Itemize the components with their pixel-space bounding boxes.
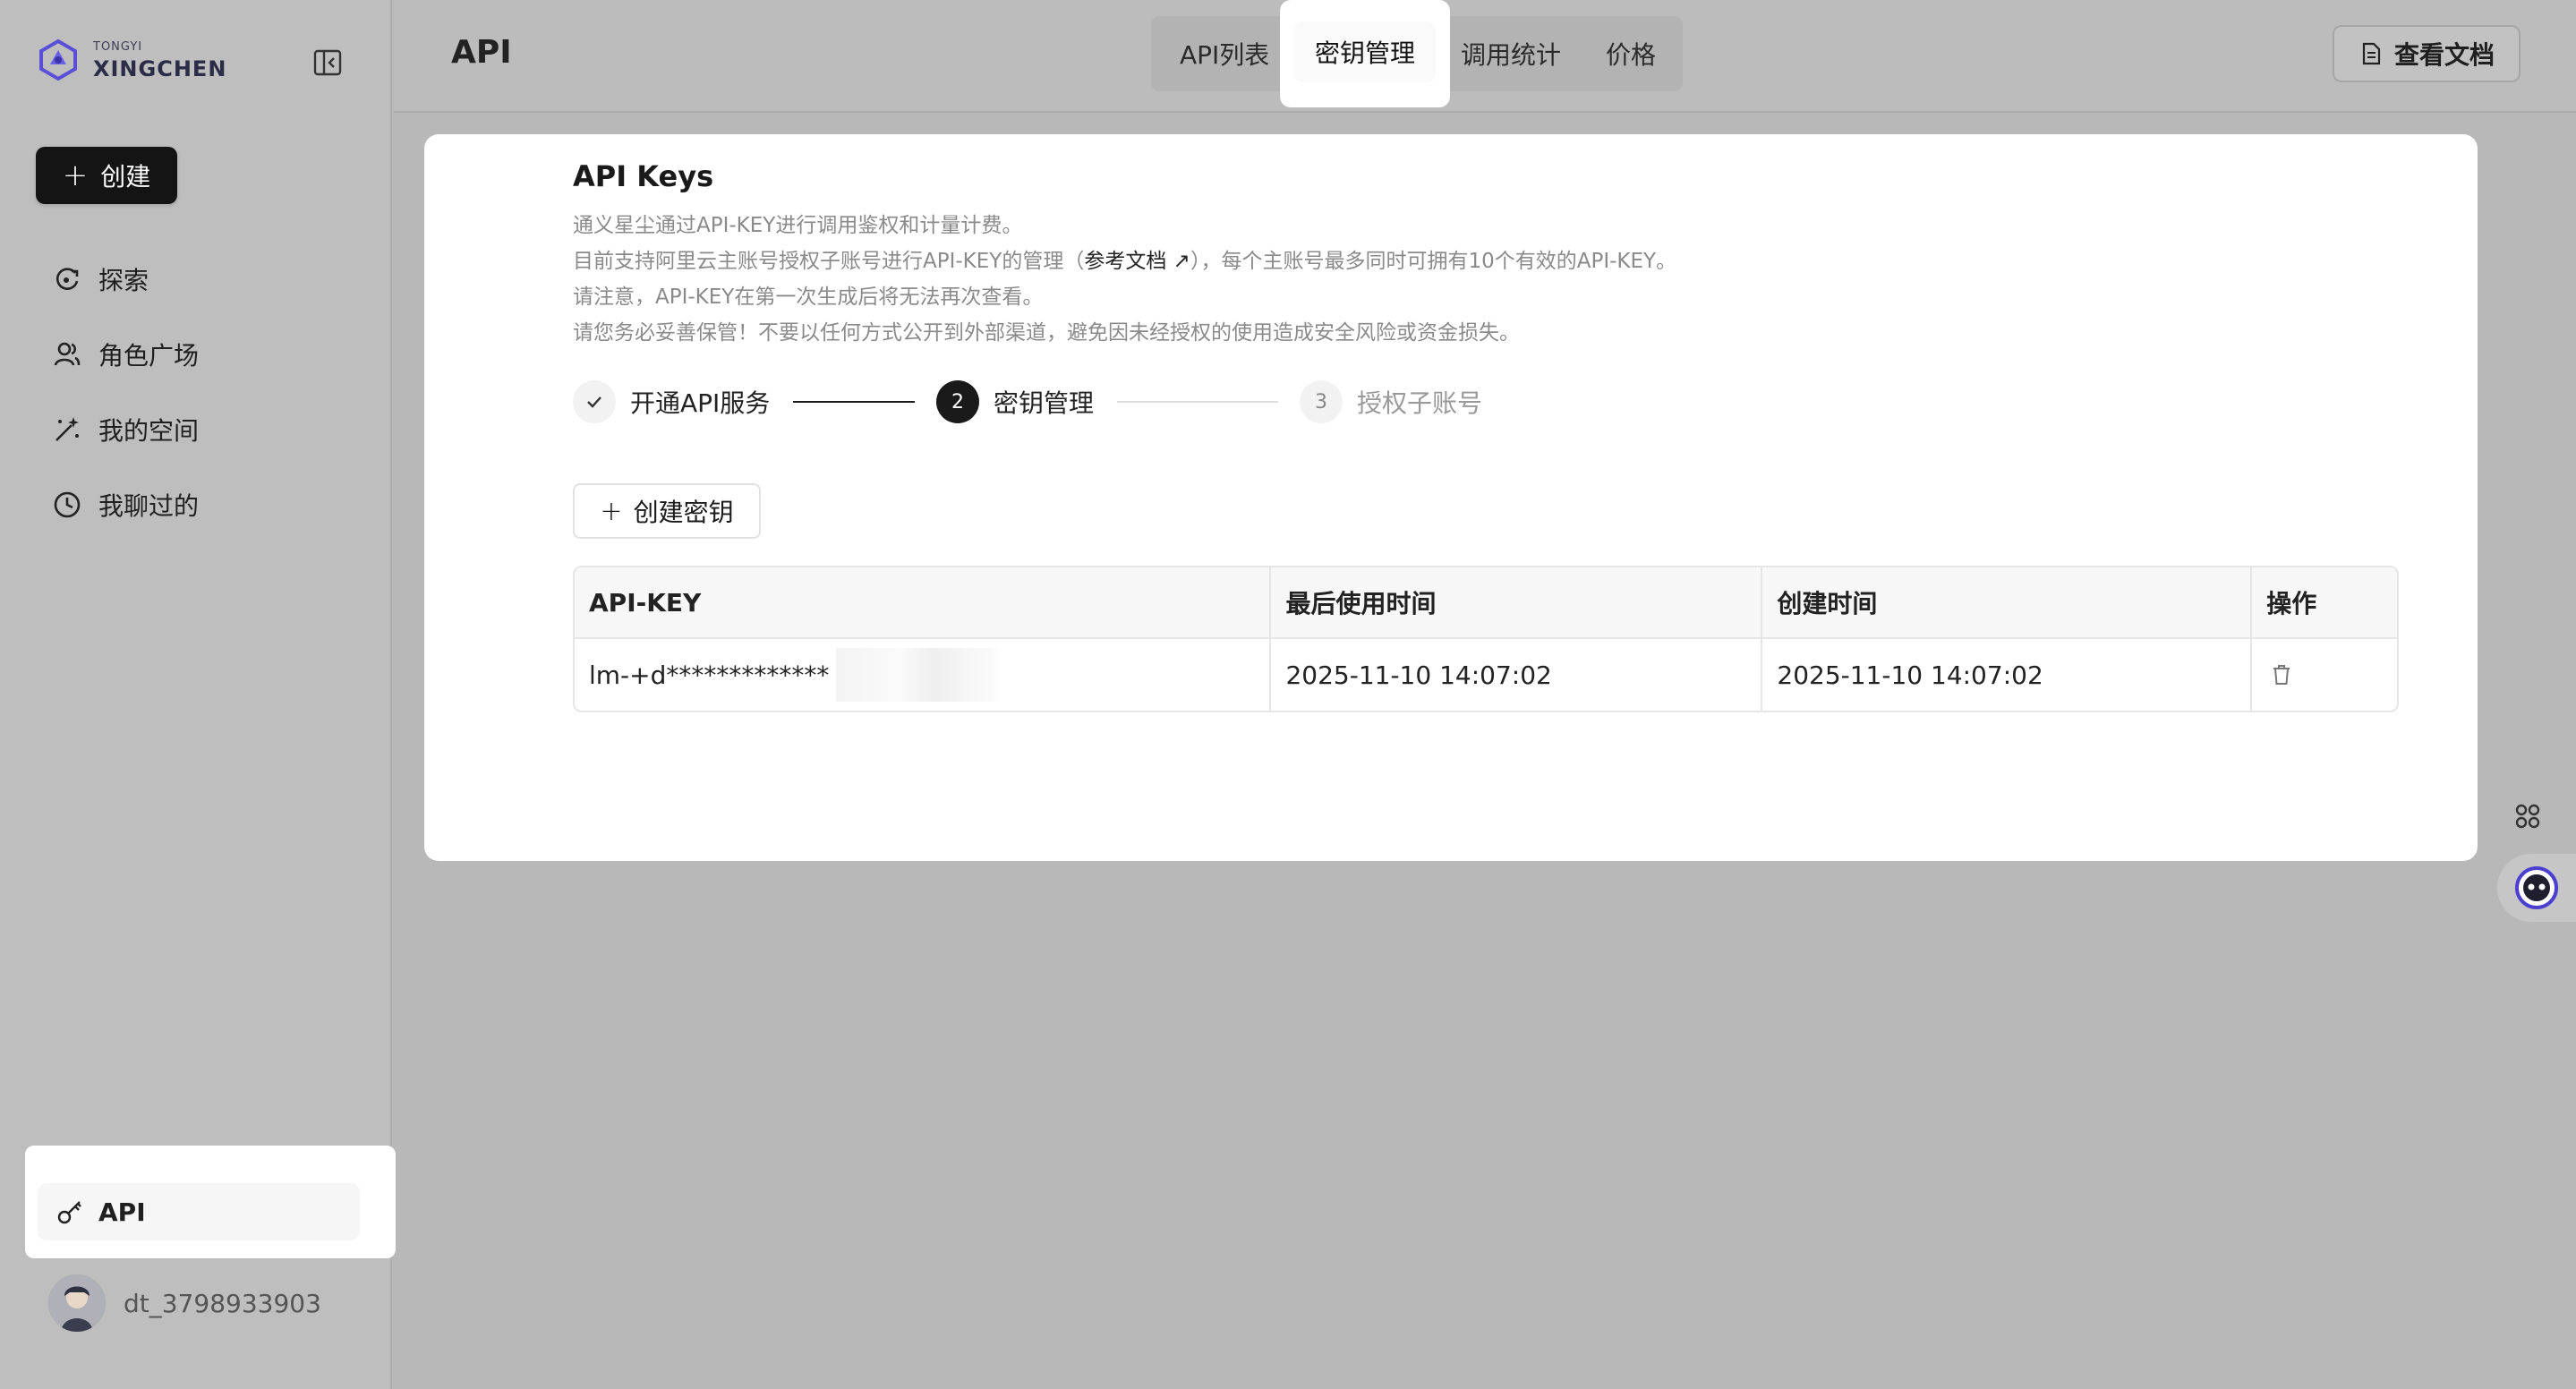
user-profile[interactable]: dt_3798933903 [48, 1274, 321, 1332]
step-label: 授权子账号 [1357, 388, 1483, 418]
sidebar-nav: 探索 角色广场 我的空间 我聊过的 [36, 242, 358, 542]
actions-cell [2252, 639, 2397, 711]
sidebar-item-label: 我的空间 [98, 416, 200, 446]
column-header-created: 创建时间 [1762, 567, 2253, 637]
desc-line-1: 通义星尘通过API-KEY进行调用鉴权和计量计费。 [573, 214, 1023, 237]
sidebar-item-history[interactable]: 我聊过的 [36, 467, 358, 542]
step-number: 3 [1300, 380, 1343, 423]
desc-line-2-text: 目前支持阿里云主账号授权子账号进行API-KEY的管理（ [573, 250, 1085, 273]
assistant-bot-icon [2515, 866, 2558, 909]
redaction-mask [836, 648, 998, 702]
sidebar-collapse-icon [313, 49, 342, 76]
magic-wand-icon [55, 417, 79, 441]
column-header-last-used: 最后使用时间 [1271, 567, 1763, 637]
avatar-image-icon [48, 1274, 106, 1332]
view-docs-button[interactable]: 查看文档 [2333, 25, 2521, 82]
brand-name: XINGCHEN [93, 55, 227, 81]
sidebar-item-explore[interactable]: 探索 [36, 242, 358, 317]
create-button[interactable]: + 创建 [36, 147, 177, 204]
sidebar-item-label: 探索 [98, 266, 149, 295]
step-number: 2 [936, 380, 979, 423]
explore-icon [55, 268, 79, 290]
tab-label: 价格 [1606, 40, 1657, 70]
plus-icon: + [600, 495, 623, 527]
reference-doc-link-label: 参考文档 [1084, 250, 1167, 273]
api-key-value: lm-+d************* [589, 660, 830, 690]
step-label: 密钥管理 [994, 388, 1095, 418]
desc-line-3: 请注意，API-KEY在第一次生成后将无法再次查看。 [573, 285, 1044, 309]
assistant-button[interactable] [2497, 854, 2576, 922]
avatar [48, 1274, 106, 1332]
view-docs-label: 查看文档 [2393, 40, 2495, 70]
progress-steps: 开通API服务 2 密钥管理 3 授权子账号 [573, 379, 2399, 424]
api-keys-card: API Keys 通义星尘通过API-KEY进行调用鉴权和计量计费。 目前支持阿… [424, 134, 2478, 861]
people-icon [54, 342, 81, 366]
page-title: API [451, 34, 512, 71]
tab-key-management[interactable]: 密钥管理 [1280, 0, 1450, 107]
tab-label: 调用统计 [1461, 40, 1562, 70]
step-connector [1117, 401, 1278, 403]
sidebar: TONGYI XINGCHEN + 创建 探索 角色广场 我的空间 我聊过的 A… [0, 0, 396, 1389]
api-key-cell: lm-+d************* [575, 639, 1272, 711]
tab-active-label: 密钥管理 [1294, 21, 1436, 82]
create-key-button[interactable]: + 创建密钥 [573, 483, 761, 539]
create-button-label: 创建 [100, 162, 151, 192]
command-icon [2515, 804, 2540, 829]
step-check-icon [573, 380, 616, 423]
key-icon [57, 1201, 81, 1224]
brand-logo[interactable]: TONGYI XINGCHEN [36, 38, 226, 82]
sidebar-item-api[interactable]: API [38, 1183, 360, 1240]
step-connector [793, 401, 915, 403]
sidebar-collapse-button[interactable] [310, 45, 345, 81]
sidebar-item-my-space[interactable]: 我的空间 [36, 392, 358, 467]
column-header-api-key: API-KEY [575, 567, 1272, 637]
tab-api-list[interactable]: API列表 [1180, 16, 1269, 91]
step-label: 开通API服务 [630, 388, 771, 418]
app-root: TONGYI XINGCHEN + 创建 探索 角色广场 我的空间 我聊过的 A… [0, 0, 2576, 1389]
sidebar-item-label: 我聊过的 [98, 491, 200, 521]
brand-small-text: TONGYI [93, 39, 143, 54]
delete-icon[interactable] [2270, 663, 2293, 686]
created-cell: 2025-11-10 14:07:02 [1762, 639, 2253, 711]
tab-label: API列表 [1180, 40, 1270, 70]
api-highlight-panel: API [25, 1146, 396, 1258]
create-key-label: 创建密钥 [633, 498, 734, 527]
column-header-actions: 操作 [2266, 589, 2317, 618]
tab-usage-stats[interactable]: 调用统计 [1461, 16, 1561, 91]
xingchen-logo-icon [39, 38, 77, 81]
card-description: 通义星尘通过API-KEY进行调用鉴权和计量计费。 目前支持阿里云主账号授权子账… [573, 208, 2399, 351]
top-header: API API列表 调用统计 价格 密钥管理 查看文档 [394, 0, 2576, 113]
api-keys-table: API-KEY 最后使用时间 创建时间 操作 lm-+d************… [573, 566, 2399, 712]
shortcut-button[interactable] [2503, 791, 2553, 841]
sidebar-item-characters[interactable]: 角色广场 [36, 317, 358, 392]
last-used-cell: 2025-11-10 14:07:02 [1271, 639, 1763, 711]
sidebar-api-label: API [98, 1197, 146, 1227]
plus-icon: + [62, 158, 89, 193]
username: dt_3798933903 [124, 1288, 321, 1318]
table-header-row: API-KEY 最后使用时间 创建时间 操作 [575, 567, 2397, 639]
card-title: API Keys [573, 159, 714, 193]
desc-line-4: 请您务必妥善保管！不要以任何方式公开到外部渠道，避免因未经授权的使用造成安全风险… [573, 321, 1520, 345]
sidebar-item-label: 角色广场 [98, 341, 200, 371]
clock-icon [54, 491, 81, 518]
desc-line-2-text-end: ），每个主账号最多同时可拥有10个有效的API-KEY。 [1190, 250, 1677, 273]
external-link-icon: ↗ [1173, 250, 1190, 273]
reference-doc-link[interactable]: 参考文档 ↗ [1084, 250, 1190, 273]
desc-line-2: 目前支持阿里云主账号授权子账号进行API-KEY的管理（参考文档 ↗），每个主账… [573, 243, 2399, 279]
tab-pricing[interactable]: 价格 [1606, 16, 1656, 91]
document-icon [2362, 42, 2381, 65]
step-enable-api: 开通API服务 [573, 379, 770, 424]
table-row: lm-+d************* 2025-11-10 14:07:02 2… [575, 639, 2397, 711]
step-key-management: 2 密钥管理 [936, 379, 1094, 424]
step-authorize-subaccount: 3 授权子账号 [1300, 379, 1482, 424]
